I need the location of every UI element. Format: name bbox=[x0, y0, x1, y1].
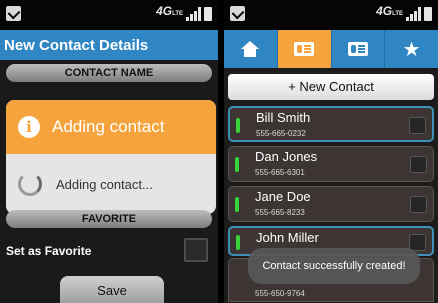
favorite-row: Set as Favorite bbox=[0, 232, 218, 268]
battery-icon bbox=[204, 7, 212, 21]
network-type: 4GLTE bbox=[376, 4, 403, 18]
tab-home[interactable] bbox=[224, 30, 278, 68]
favorite-indicator bbox=[236, 118, 240, 133]
favorite-indicator bbox=[236, 235, 240, 250]
home-icon bbox=[241, 41, 260, 57]
toast-message: Contact successfully created! bbox=[248, 248, 420, 284]
dialog-message: Adding contact... bbox=[56, 176, 153, 192]
contact-phone: 555-665-8233 bbox=[255, 208, 305, 217]
contact-name: Bill Smith bbox=[256, 110, 311, 125]
save-button[interactable]: Save bbox=[60, 276, 164, 303]
tab-bar: ★ bbox=[224, 30, 438, 68]
contact-name: Dan Jones bbox=[255, 149, 318, 164]
contact-name: John Miller bbox=[256, 230, 319, 245]
notification-icon bbox=[6, 6, 21, 21]
contact-name: Jane Doe bbox=[255, 189, 311, 204]
contact-checkbox[interactable] bbox=[410, 196, 427, 213]
status-bar: 4GLTE bbox=[0, 0, 218, 30]
dialog-title: Adding contact bbox=[52, 117, 165, 136]
new-contact-screen: 4GLTE New Contact Details CONTACT NAME i… bbox=[0, 0, 218, 303]
tab-contacts[interactable] bbox=[277, 30, 332, 68]
dialog-body: Adding contact... bbox=[6, 154, 216, 214]
contact-phone: 555-665-0232 bbox=[256, 129, 306, 138]
section-favorite: FAVORITE bbox=[6, 210, 212, 228]
tab-favorites[interactable]: ★ bbox=[385, 30, 438, 68]
progress-dialog: i Adding contact Adding contact... bbox=[6, 100, 216, 214]
new-contact-button[interactable]: + New Contact bbox=[228, 74, 434, 100]
network-type: 4GLTE bbox=[156, 4, 183, 18]
contacts-list-screen: 4GLTE ★ + New Contact Bill Smith 555-665… bbox=[224, 0, 438, 303]
favorite-indicator bbox=[235, 157, 239, 172]
contact-card-icon bbox=[294, 42, 315, 56]
info-icon: i bbox=[18, 116, 40, 138]
favorite-checkbox[interactable] bbox=[184, 238, 208, 262]
star-icon: ★ bbox=[402, 37, 421, 61]
contact-checkbox[interactable] bbox=[410, 156, 427, 173]
contact-phone: 555-650-9764 bbox=[255, 289, 305, 298]
contact-row[interactable]: Jane Doe 555-665-8233 bbox=[228, 186, 434, 222]
contact-checkbox[interactable] bbox=[409, 117, 426, 134]
signal-icon bbox=[186, 7, 201, 21]
contact-phone: 555-665-6301 bbox=[255, 168, 305, 177]
favorite-label: Set as Favorite bbox=[6, 244, 92, 258]
favorite-indicator bbox=[235, 197, 239, 212]
tab-contact-details[interactable] bbox=[332, 30, 386, 68]
notification-icon bbox=[230, 6, 245, 21]
contact-card-icon bbox=[347, 42, 368, 56]
contact-row[interactable]: Bill Smith 555-665-0232 bbox=[228, 106, 434, 142]
section-contact-name: CONTACT NAME bbox=[6, 64, 212, 82]
contact-row[interactable]: Dan Jones 555-665-6301 bbox=[228, 146, 434, 182]
signal-icon bbox=[406, 7, 421, 21]
battery-icon bbox=[424, 7, 432, 21]
dialog-title-bar: i Adding contact bbox=[6, 100, 216, 154]
spinner-icon bbox=[18, 172, 42, 196]
page-title: New Contact Details bbox=[0, 30, 218, 60]
status-bar: 4GLTE bbox=[224, 0, 438, 30]
